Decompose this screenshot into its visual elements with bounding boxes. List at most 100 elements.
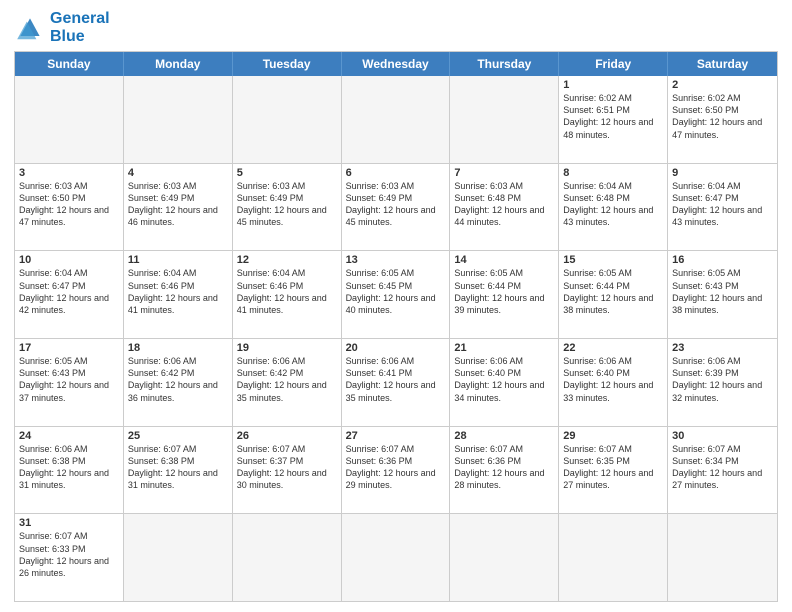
cal-cell: 11Sunrise: 6:04 AM Sunset: 6:46 PM Dayli… [124, 251, 233, 338]
cal-cell [233, 76, 342, 163]
cal-cell: 29Sunrise: 6:07 AM Sunset: 6:35 PM Dayli… [559, 427, 668, 514]
cell-info: Sunrise: 6:04 AM Sunset: 6:48 PM Dayligh… [563, 180, 663, 229]
cell-info: Sunrise: 6:04 AM Sunset: 6:47 PM Dayligh… [19, 267, 119, 316]
cell-info: Sunrise: 6:03 AM Sunset: 6:48 PM Dayligh… [454, 180, 554, 229]
header: General Blue [14, 10, 778, 45]
cal-cell: 16Sunrise: 6:05 AM Sunset: 6:43 PM Dayli… [668, 251, 777, 338]
cal-header-wednesday: Wednesday [342, 52, 451, 76]
cal-cell: 9Sunrise: 6:04 AM Sunset: 6:47 PM Daylig… [668, 164, 777, 251]
cal-cell: 4Sunrise: 6:03 AM Sunset: 6:49 PM Daylig… [124, 164, 233, 251]
cell-info: Sunrise: 6:05 AM Sunset: 6:44 PM Dayligh… [454, 267, 554, 316]
cell-info: Sunrise: 6:03 AM Sunset: 6:49 PM Dayligh… [128, 180, 228, 229]
cal-cell: 14Sunrise: 6:05 AM Sunset: 6:44 PM Dayli… [450, 251, 559, 338]
cal-cell [450, 76, 559, 163]
day-number: 18 [128, 342, 228, 354]
cal-header-sunday: Sunday [15, 52, 124, 76]
cal-cell [342, 514, 451, 601]
cal-row-1: 3Sunrise: 6:03 AM Sunset: 6:50 PM Daylig… [15, 163, 777, 251]
day-number: 7 [454, 167, 554, 179]
cal-cell: 15Sunrise: 6:05 AM Sunset: 6:44 PM Dayli… [559, 251, 668, 338]
cal-cell [342, 76, 451, 163]
cal-cell [559, 514, 668, 601]
cal-cell [668, 514, 777, 601]
day-number: 23 [672, 342, 773, 354]
day-number: 11 [128, 254, 228, 266]
cell-info: Sunrise: 6:06 AM Sunset: 6:41 PM Dayligh… [346, 355, 446, 404]
day-number: 1 [563, 79, 663, 91]
day-number: 12 [237, 254, 337, 266]
cell-info: Sunrise: 6:05 AM Sunset: 6:43 PM Dayligh… [19, 355, 119, 404]
day-number: 9 [672, 167, 773, 179]
cell-info: Sunrise: 6:03 AM Sunset: 6:49 PM Dayligh… [237, 180, 337, 229]
cal-row-4: 24Sunrise: 6:06 AM Sunset: 6:38 PM Dayli… [15, 426, 777, 514]
day-number: 13 [346, 254, 446, 266]
cal-cell: 20Sunrise: 6:06 AM Sunset: 6:41 PM Dayli… [342, 339, 451, 426]
cell-info: Sunrise: 6:07 AM Sunset: 6:38 PM Dayligh… [128, 443, 228, 492]
cal-cell: 24Sunrise: 6:06 AM Sunset: 6:38 PM Dayli… [15, 427, 124, 514]
cell-info: Sunrise: 6:05 AM Sunset: 6:45 PM Dayligh… [346, 267, 446, 316]
day-number: 21 [454, 342, 554, 354]
day-number: 29 [563, 430, 663, 442]
cal-cell [124, 514, 233, 601]
day-number: 3 [19, 167, 119, 179]
cell-info: Sunrise: 6:02 AM Sunset: 6:51 PM Dayligh… [563, 92, 663, 141]
cell-info: Sunrise: 6:07 AM Sunset: 6:36 PM Dayligh… [346, 443, 446, 492]
cell-info: Sunrise: 6:06 AM Sunset: 6:42 PM Dayligh… [128, 355, 228, 404]
cal-cell: 22Sunrise: 6:06 AM Sunset: 6:40 PM Dayli… [559, 339, 668, 426]
cal-header-monday: Monday [124, 52, 233, 76]
day-number: 10 [19, 254, 119, 266]
cell-info: Sunrise: 6:03 AM Sunset: 6:50 PM Dayligh… [19, 180, 119, 229]
cell-info: Sunrise: 6:06 AM Sunset: 6:40 PM Dayligh… [454, 355, 554, 404]
day-number: 22 [563, 342, 663, 354]
day-number: 19 [237, 342, 337, 354]
cal-cell: 23Sunrise: 6:06 AM Sunset: 6:39 PM Dayli… [668, 339, 777, 426]
cell-info: Sunrise: 6:02 AM Sunset: 6:50 PM Dayligh… [672, 92, 773, 141]
cal-row-2: 10Sunrise: 6:04 AM Sunset: 6:47 PM Dayli… [15, 250, 777, 338]
cell-info: Sunrise: 6:06 AM Sunset: 6:42 PM Dayligh… [237, 355, 337, 404]
cell-info: Sunrise: 6:07 AM Sunset: 6:37 PM Dayligh… [237, 443, 337, 492]
day-number: 28 [454, 430, 554, 442]
cell-info: Sunrise: 6:05 AM Sunset: 6:44 PM Dayligh… [563, 267, 663, 316]
cal-cell: 6Sunrise: 6:03 AM Sunset: 6:49 PM Daylig… [342, 164, 451, 251]
cal-header-friday: Friday [559, 52, 668, 76]
cal-cell: 30Sunrise: 6:07 AM Sunset: 6:34 PM Dayli… [668, 427, 777, 514]
cal-cell: 17Sunrise: 6:05 AM Sunset: 6:43 PM Dayli… [15, 339, 124, 426]
cell-info: Sunrise: 6:07 AM Sunset: 6:36 PM Dayligh… [454, 443, 554, 492]
cal-cell: 27Sunrise: 6:07 AM Sunset: 6:36 PM Dayli… [342, 427, 451, 514]
cal-cell: 3Sunrise: 6:03 AM Sunset: 6:50 PM Daylig… [15, 164, 124, 251]
cal-cell: 13Sunrise: 6:05 AM Sunset: 6:45 PM Dayli… [342, 251, 451, 338]
cal-cell: 31Sunrise: 6:07 AM Sunset: 6:33 PM Dayli… [15, 514, 124, 601]
day-number: 16 [672, 254, 773, 266]
cal-header-thursday: Thursday [450, 52, 559, 76]
cal-header-saturday: Saturday [668, 52, 777, 76]
cell-info: Sunrise: 6:03 AM Sunset: 6:49 PM Dayligh… [346, 180, 446, 229]
cal-cell: 10Sunrise: 6:04 AM Sunset: 6:47 PM Dayli… [15, 251, 124, 338]
day-number: 14 [454, 254, 554, 266]
cal-header-tuesday: Tuesday [233, 52, 342, 76]
cal-cell: 21Sunrise: 6:06 AM Sunset: 6:40 PM Dayli… [450, 339, 559, 426]
day-number: 15 [563, 254, 663, 266]
cell-info: Sunrise: 6:06 AM Sunset: 6:38 PM Dayligh… [19, 443, 119, 492]
calendar-body: 1Sunrise: 6:02 AM Sunset: 6:51 PM Daylig… [15, 76, 777, 601]
cal-cell: 12Sunrise: 6:04 AM Sunset: 6:46 PM Dayli… [233, 251, 342, 338]
cal-row-3: 17Sunrise: 6:05 AM Sunset: 6:43 PM Dayli… [15, 338, 777, 426]
day-number: 5 [237, 167, 337, 179]
cal-cell [450, 514, 559, 601]
logo-text: General Blue [50, 10, 110, 45]
calendar-header-row: SundayMondayTuesdayWednesdayThursdayFrid… [15, 52, 777, 76]
cell-info: Sunrise: 6:07 AM Sunset: 6:33 PM Dayligh… [19, 530, 119, 579]
page: General Blue SundayMondayTuesdayWednesda… [0, 0, 792, 612]
day-number: 8 [563, 167, 663, 179]
day-number: 31 [19, 517, 119, 529]
cal-cell: 26Sunrise: 6:07 AM Sunset: 6:37 PM Dayli… [233, 427, 342, 514]
cell-info: Sunrise: 6:06 AM Sunset: 6:39 PM Dayligh… [672, 355, 773, 404]
day-number: 2 [672, 79, 773, 91]
cal-cell: 7Sunrise: 6:03 AM Sunset: 6:48 PM Daylig… [450, 164, 559, 251]
calendar: SundayMondayTuesdayWednesdayThursdayFrid… [14, 51, 778, 602]
logo: General Blue [14, 10, 110, 45]
day-number: 30 [672, 430, 773, 442]
day-number: 6 [346, 167, 446, 179]
day-number: 17 [19, 342, 119, 354]
cal-cell: 18Sunrise: 6:06 AM Sunset: 6:42 PM Dayli… [124, 339, 233, 426]
cell-info: Sunrise: 6:04 AM Sunset: 6:46 PM Dayligh… [128, 267, 228, 316]
